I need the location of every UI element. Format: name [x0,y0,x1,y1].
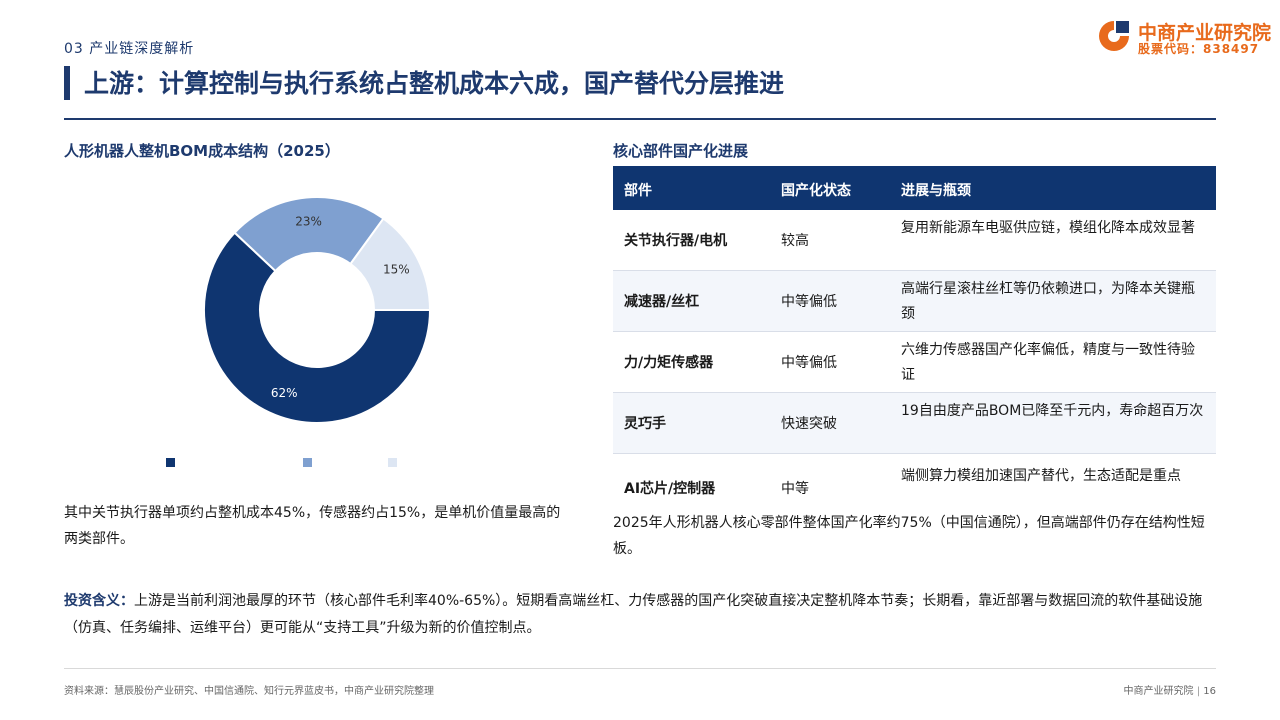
table-header-part: 部件 [624,183,652,199]
table-cell-part: 力/力矩传感器 [624,355,714,371]
localization-table: 部件 国产化状态 进展与瓶颈 关节执行器/电机 较高 复用新能源车电驱供应链，模… [613,166,1216,512]
donut-slice-label: 23% [295,214,322,228]
section-label: 03 产业链深度解析 [64,41,195,57]
legend-swatch [303,458,312,467]
table-row: 力/力矩传感器 中等偏低 六维力传感器国产化率偏低，精度与一致性待验证 [613,332,1216,393]
table-row: 减速器/丝杠 中等偏低 高端行星滚柱丝杠等仍依赖进口，为降本关键瓶颈 [613,271,1216,332]
table-cell-status: 较高 [781,233,809,249]
table-note: 2025年人形机器人核心零部件整体国产化率约75%（中国信通院），但高端部件仍存… [613,515,1205,557]
table-cell-progress: 端侧算力模组加速国产替代，生态适配是重点 [901,468,1181,484]
chart-legend [166,458,426,470]
investment-implication: 投资含义：上游是当前利润池最厚的环节（核心部件毛利率40%-65%）。短期看高端… [64,588,1216,642]
logo-stock-code: 股票代码：838497 [1138,42,1260,56]
table-cell-part: 关节执行器/电机 [624,233,728,249]
page-number: 16 [1203,686,1216,697]
table-cell-part: AI芯片/控制器 [624,481,716,497]
chart-title: 人形机器人整机BOM成本结构（2025） [64,142,340,160]
table-cell-status: 中等 [781,481,809,497]
footer-org: 中商产业研究院 [1123,686,1194,697]
logo-mark-icon [1099,21,1129,51]
page-title: 上游：计算控制与执行系统占整机成本六成，国产替代分层推进 [84,69,785,98]
table-cell-progress: 六维力传感器国产化率偏低，精度与一致性待验证 [901,342,1195,383]
page-info: 中商产业研究院 | 16 [1124,682,1216,697]
table-cell-part: 灵巧手 [624,416,666,432]
bom-donut-chart: 62% 23% 15% [203,196,432,424]
table-header-row: 部件 国产化状态 进展与瓶颈 [613,166,1216,210]
table-cell-status: 快速突破 [781,416,837,432]
table-header-status: 国产化状态 [781,183,851,199]
header-rule [64,118,1216,120]
table-row: 关节执行器/电机 较高 复用新能源车电驱供应链，模组化降本成效显著 [613,210,1216,271]
legend-swatch [166,458,175,467]
table-cell-progress: 复用新能源车电驱供应链，模组化降本成效显著 [901,220,1195,236]
table-cell-progress: 19自由度产品BOM已降至千元内，寿命超百万次 [901,403,1204,419]
table-cell-status: 中等偏低 [781,294,837,310]
table-cell-part: 减速器/丝杠 [624,294,700,310]
investment-label: 投资含义： [64,593,134,609]
investment-text: 上游是当前利润池最厚的环节（核心部件毛利率40%-65%）。短期看高端丝杠、力传… [64,593,1203,636]
title-accent-bar [64,66,70,100]
table-header-progress: 进展与瓶颈 [901,183,971,199]
donut-slice-label: 15% [383,263,410,277]
table-cell-status: 中等偏低 [781,355,837,371]
legend-swatch [388,458,397,467]
page-separator: | [1193,686,1204,697]
chart-note: 其中关节执行器单项约占整机成本45%，传感器约占15%，是单机价值量最高的两类部… [64,505,561,547]
table-row: AI芯片/控制器 中等 端侧算力模组加速国产替代，生态适配是重点 [613,454,1216,512]
table-cell-progress: 高端行星滚柱丝杠等仍依赖进口，为降本关键瓶颈 [901,281,1195,322]
logo: 中商产业研究院 股票代码：838497 [1096,16,1276,60]
donut-slice-label: 62% [271,386,298,400]
table-title: 核心部件国产化进展 [613,142,749,160]
table-row: 灵巧手 快速突破 19自由度产品BOM已降至千元内，寿命超百万次 [613,393,1216,454]
footer-rule [64,668,1216,669]
source-note: 资料来源：慧辰股份产业研究、中国信通院、知行元界蓝皮书，中商产业研究院整理 [64,686,434,697]
